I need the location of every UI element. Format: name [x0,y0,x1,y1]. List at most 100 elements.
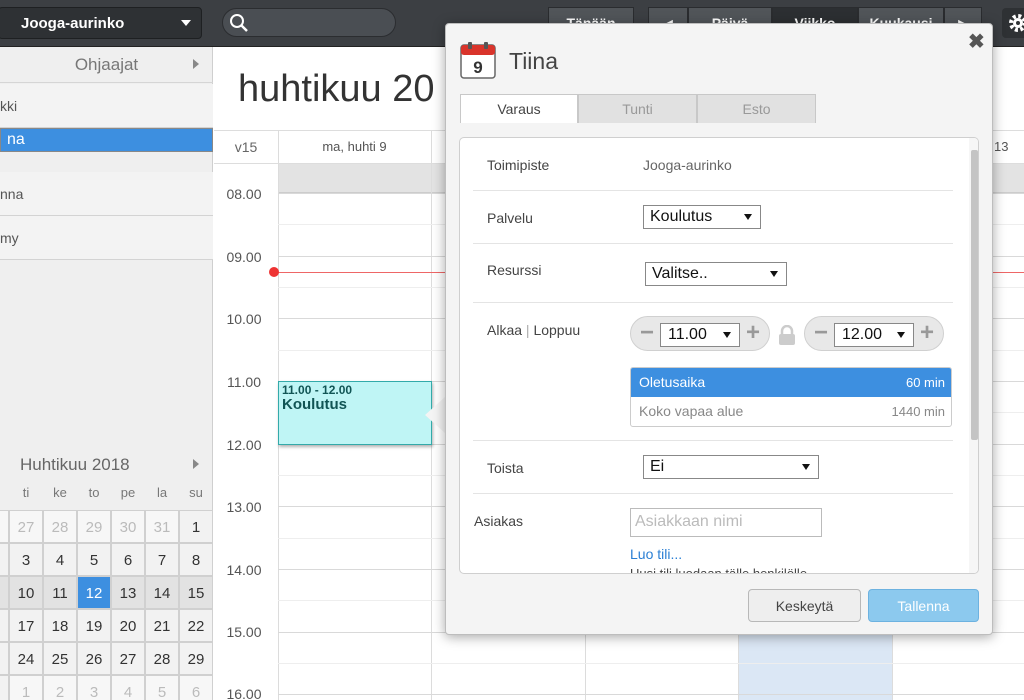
mini-calendar-day[interactable]: 5 [77,543,111,576]
plus-icon[interactable]: + [920,321,934,345]
field-label: Toimipiste [487,157,550,173]
calendar-event[interactable]: 11.00 - 12.00 Koulutus [278,381,432,445]
mini-calendar-day[interactable]: 6 [179,675,213,700]
mini-calendar-day[interactable]: 11 [43,576,77,609]
mini-calendar-day[interactable]: 30 [111,510,145,543]
cancel-button[interactable]: Keskeytä [748,589,861,622]
mini-calendar-day[interactable]: 5 [145,675,179,700]
lock-icon[interactable] [778,325,796,345]
mini-calendar-day[interactable]: 9 [0,576,9,609]
week-number: v15 [234,139,258,155]
duration-option-full[interactable]: Koko vapaa alue 1440 min [631,397,951,426]
field-label: Palvelu [487,210,533,226]
mini-calendar-day[interactable]: 27 [9,510,43,543]
scrollbar[interactable] [969,138,978,573]
mini-calendar-day[interactable]: 3 [9,543,43,576]
chevron-down-icon [723,332,731,338]
mini-calendar-day[interactable]: 17 [9,609,43,642]
booking-form: Toimipiste Jooga-aurinko Palvelu Koulutu… [459,137,979,574]
mini-calendar-day[interactable]: 31 [145,510,179,543]
duration-minutes: 60 min [905,375,945,390]
time-label: 14.00 [226,562,262,578]
duration-options: Oletusaika 60 min Koko vapaa alue 1440 m… [630,367,952,427]
mini-calendar-day[interactable]: 16 [0,609,9,642]
repeat-select[interactable]: Ei [643,455,819,479]
service-select[interactable]: Koulutus [643,205,761,229]
minus-icon[interactable]: − [814,321,828,345]
day-header[interactable]: ma, huhti 9 [278,139,431,154]
customer-name-input[interactable]: Asiakkaan nimi [630,508,822,537]
chevron-right-icon[interactable] [193,459,199,469]
duration-option-default[interactable]: Oletusaika 60 min [631,368,951,397]
sidebar-item[interactable]: kki [0,84,213,128]
mini-calendar-day[interactable]: 4 [111,675,145,700]
form-row: Resurssi Valitse.. [473,244,953,303]
mini-calendar-day[interactable]: 6 [111,543,145,576]
gear-icon [1009,14,1024,32]
resource-select-value: Valitse.. [652,265,708,282]
create-account-link[interactable]: Luo tili... [630,546,682,562]
mini-calendar-day[interactable]: 18 [43,609,77,642]
mini-calendar-day[interactable]: 19 [77,609,111,642]
mini-calendar-day[interactable]: 22 [179,609,213,642]
mini-calendar-day[interactable]: 2 [0,543,9,576]
sidebar-item-label: kki [0,98,18,114]
mini-calendar-day[interactable]: 25 [43,642,77,675]
mini-calendar-day[interactable]: 1 [179,510,213,543]
start-label: Alkaa [487,322,523,338]
mini-calendar-day[interactable]: 3 [77,675,111,700]
sidebar: Ohjaajat kki na nna my Huhtikuu 2018 ti … [0,47,213,700]
mini-calendar-day[interactable]: 20 [111,609,145,642]
tab-tunti[interactable]: Tunti [578,94,697,123]
mini-calendar-day[interactable]: 29 [77,510,111,543]
settings-button[interactable] [1002,8,1024,38]
mini-calendar-day[interactable]: 28 [43,510,77,543]
end-time-select[interactable]: 12.00 [834,323,914,347]
save-button[interactable]: Tallenna [868,589,979,622]
mini-calendar-day[interactable]: 28 [145,642,179,675]
mini-calendar-day[interactable]: 21 [145,609,179,642]
mini-calendar-day[interactable]: 30 [0,675,9,700]
mini-calendar-day[interactable]: 26 [0,510,9,543]
mini-calendar-day[interactable]: 4 [43,543,77,576]
mini-calendar-day[interactable]: 12 [77,576,111,609]
mini-calendar-day[interactable]: 13 [111,576,145,609]
mini-calendar-day[interactable]: 24 [9,642,43,675]
mini-calendar-day[interactable]: 7 [145,543,179,576]
mini-calendar-day[interactable]: 15 [179,576,213,609]
minus-icon[interactable]: − [640,321,654,345]
tab-esto[interactable]: Esto [697,94,816,123]
mini-calendar-day[interactable]: 26 [77,642,111,675]
search-input[interactable] [222,8,396,37]
sidebar-item[interactable]: nna [0,172,213,216]
sidebar-header[interactable]: Ohjaajat [0,47,213,83]
sidebar-item[interactable]: my [0,216,213,260]
form-row: Toista Ei [473,441,953,494]
calendar-icon: 9 [460,42,496,79]
help-text: Uusi tili luodaan tälle henkilölle [630,566,808,574]
chevron-down-icon [181,20,191,26]
close-icon[interactable]: ✖ [968,29,985,54]
plus-icon[interactable]: + [746,321,760,345]
chevron-down-icon [897,332,905,338]
mini-calendar-day[interactable]: 29 [179,642,213,675]
start-time-select[interactable]: 11.00 [660,323,740,347]
resource-select[interactable]: Valitse.. [645,262,787,286]
mini-calendar-day[interactable]: 2 [43,675,77,700]
sidebar-item-selected[interactable]: na [0,128,213,152]
scrollbar-thumb[interactable] [971,150,978,440]
field-label: Resurssi [487,262,542,278]
service-select-value: Koulutus [650,208,713,225]
mini-calendar-day[interactable]: 27 [111,642,145,675]
day-header[interactable]: 13 [994,139,1024,154]
duration-name: Oletusaika [639,374,706,390]
mini-calendar-day[interactable]: 8 [179,543,213,576]
mini-calendar-day[interactable]: 23 [0,642,9,675]
tab-varaus[interactable]: Varaus [460,94,578,123]
time-label: 10.00 [226,311,262,327]
sidebar-item-label: na [7,131,25,148]
location-selector[interactable]: Jooga-aurinko [0,7,202,39]
mini-calendar-day[interactable]: 10 [9,576,43,609]
mini-calendar-day[interactable]: 1 [9,675,43,700]
mini-calendar-day[interactable]: 14 [145,576,179,609]
